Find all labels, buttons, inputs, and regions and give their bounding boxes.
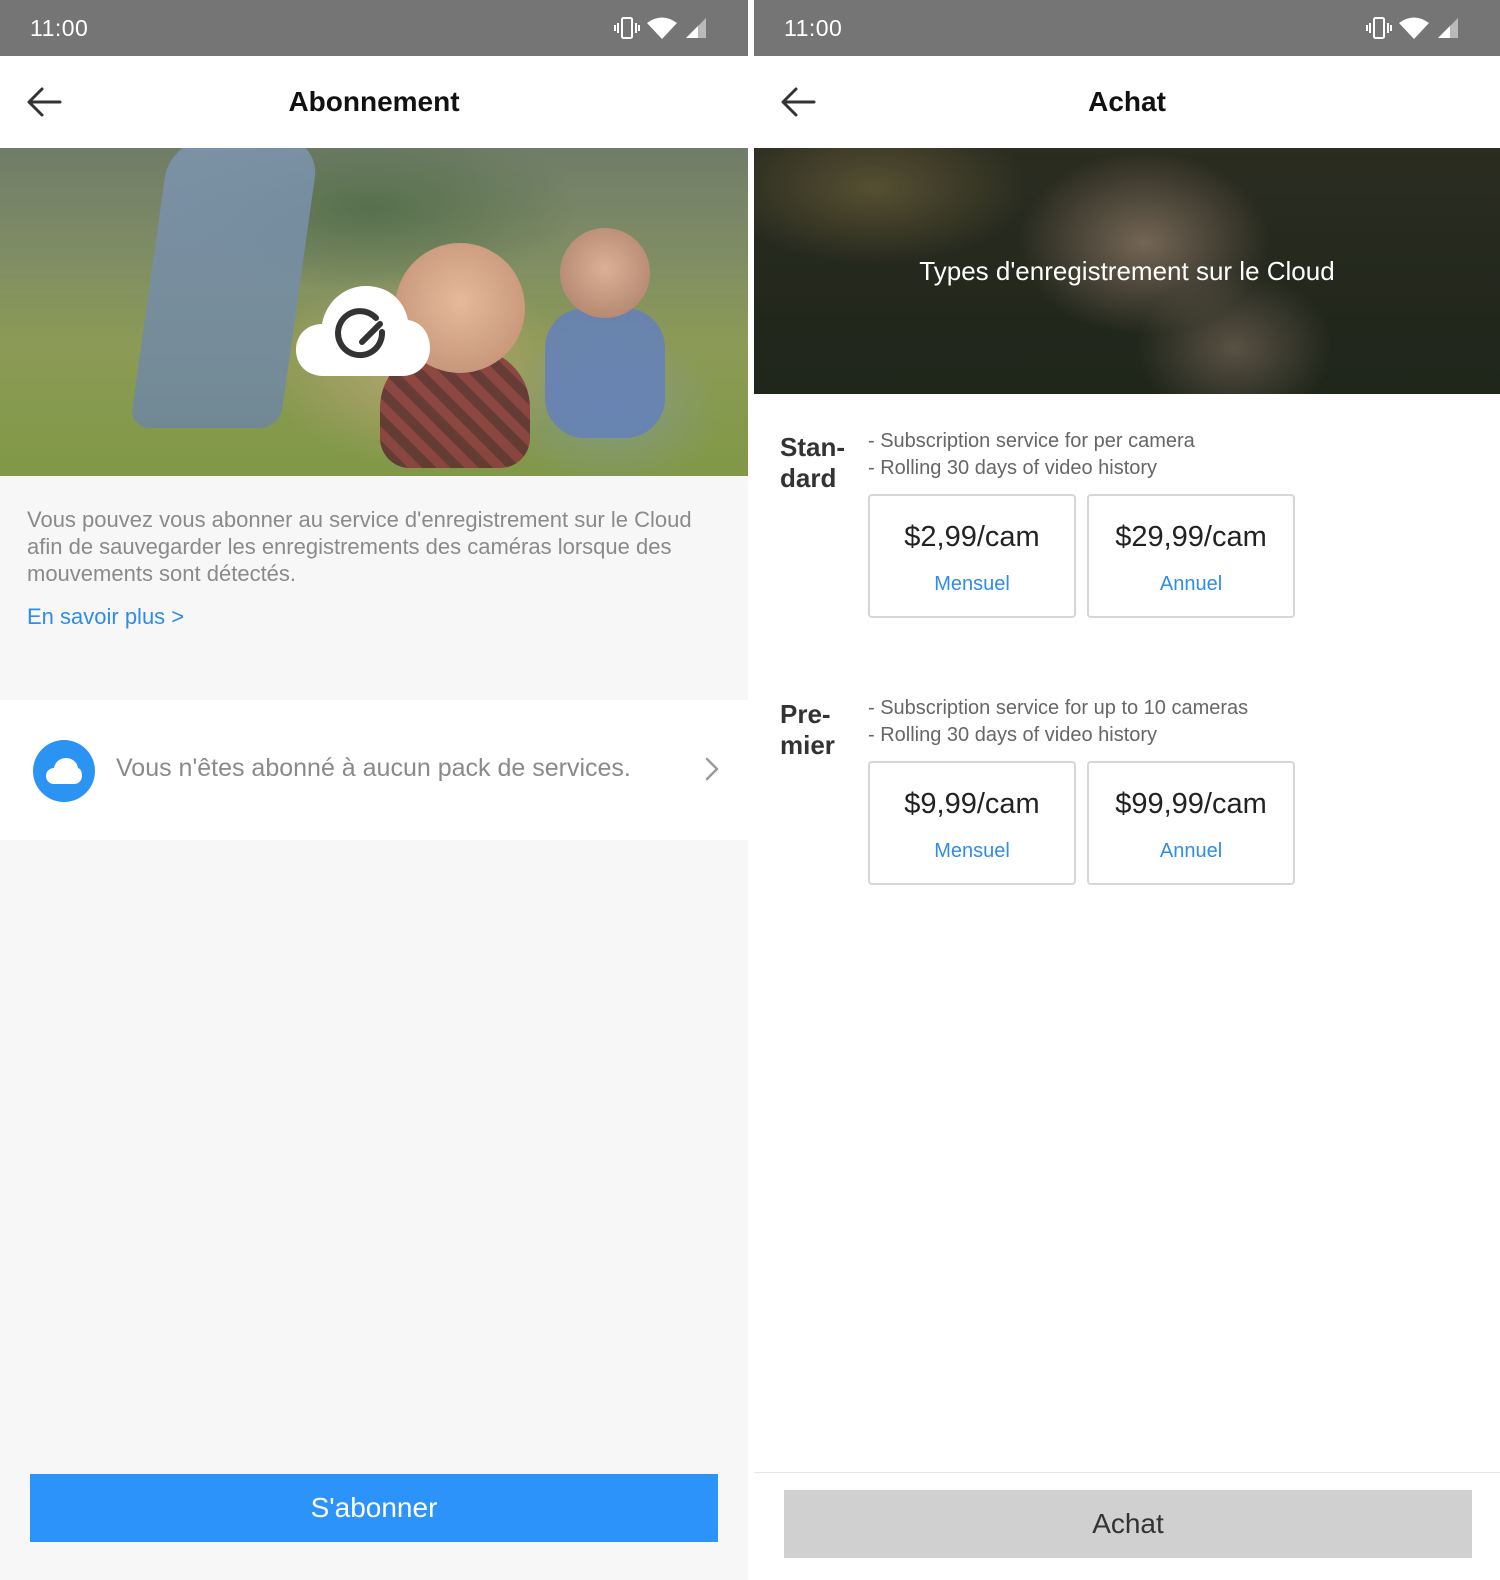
plan-name: Pre- mier — [780, 699, 835, 761]
price-option-standard-annual[interactable]: $29,99/cam Annuel — [1087, 494, 1295, 618]
page-title: Achat — [1088, 86, 1166, 117]
plan-features: - Subscription service for per camera - … — [868, 428, 1195, 482]
plan-name-line: dard — [780, 463, 837, 493]
price-option-premier-monthly[interactable]: $9,99/cam Mensuel — [868, 761, 1076, 885]
plan-feature: - Subscription service for per camera — [868, 430, 1195, 452]
app-bar: Achat — [754, 56, 1500, 148]
price-amount: $9,99/cam — [904, 788, 1040, 820]
price-option-premier-annual[interactable]: $99,99/cam Annuel — [1087, 761, 1295, 885]
price-period: Mensuel — [934, 573, 1010, 595]
cloud-icon — [46, 758, 82, 784]
price-amount: $29,99/cam — [1115, 521, 1267, 553]
learn-more-link[interactable]: En savoir plus > — [27, 604, 184, 630]
status-time: 11:00 — [784, 15, 843, 41]
status-icons — [1366, 16, 1460, 40]
chevron-right-icon — [705, 757, 719, 781]
subscribe-button[interactable]: S'abonner — [30, 1474, 718, 1542]
price-period: Annuel — [1159, 573, 1223, 595]
status-bar: 11:00 — [0, 0, 748, 56]
status-time: 11:00 — [30, 15, 89, 41]
page-title: Abonnement — [288, 86, 460, 117]
price-amount: $99,99/cam — [1115, 788, 1267, 820]
hero-title: Types d'enregistrement sur le Cloud — [919, 256, 1335, 286]
plan-feature: - Subscription service for up to 10 came… — [868, 697, 1249, 719]
description-text: Vous pouvez vous abonner au service d'en… — [27, 507, 692, 586]
price-option-standard-monthly[interactable]: $2,99/cam Mensuel — [868, 494, 1076, 618]
plan-features: - Subscription service for up to 10 came… — [868, 695, 1248, 749]
price-period: Annuel — [1159, 840, 1223, 862]
footer-divider — [754, 1472, 1500, 1473]
plan-feature: - Rolling 30 days of video history — [868, 457, 1158, 479]
description-section: Vous pouvez vous abonner au service d'en… — [0, 476, 748, 698]
price-period: Mensuel — [934, 840, 1010, 862]
vibrate-icon — [614, 17, 640, 39]
plan-name-line: mier — [780, 730, 835, 760]
cellular-signal-icon — [1438, 18, 1458, 38]
cloud-icon-badge — [33, 740, 95, 802]
vibrate-icon — [1366, 17, 1392, 39]
wifi-icon — [647, 17, 677, 39]
status-bar: 11:00 — [754, 0, 1500, 56]
status-icons — [614, 16, 708, 40]
purchase-screen: 11:00 Achat Types d'enregistrement sur l… — [754, 0, 1500, 1580]
plan-feature: - Rolling 30 days of video history — [868, 724, 1158, 746]
cellular-signal-icon — [686, 18, 706, 38]
wifi-icon — [1399, 17, 1429, 39]
subscription-screen: 11:00 Abonnement Vous pouvez vous abonne… — [0, 0, 748, 1580]
subscription-status-text: Vous n'êtes abonné à aucun pack de servi… — [116, 754, 631, 782]
hero-image — [0, 148, 748, 476]
price-amount: $2,99/cam — [904, 521, 1040, 553]
buy-button[interactable]: Achat — [784, 1490, 1472, 1558]
app-bar: Abonnement — [0, 56, 748, 148]
plan-name-line: Stan- — [780, 432, 845, 462]
plan-name: Stan- dard — [780, 432, 845, 494]
cloud-sync-icon — [296, 286, 430, 376]
subscription-status-row[interactable]: Vous n'êtes abonné à aucun pack de servi… — [0, 700, 748, 840]
plan-name-line: Pre- — [780, 699, 831, 729]
hero-image: Types d'enregistrement sur le Cloud — [754, 148, 1500, 394]
